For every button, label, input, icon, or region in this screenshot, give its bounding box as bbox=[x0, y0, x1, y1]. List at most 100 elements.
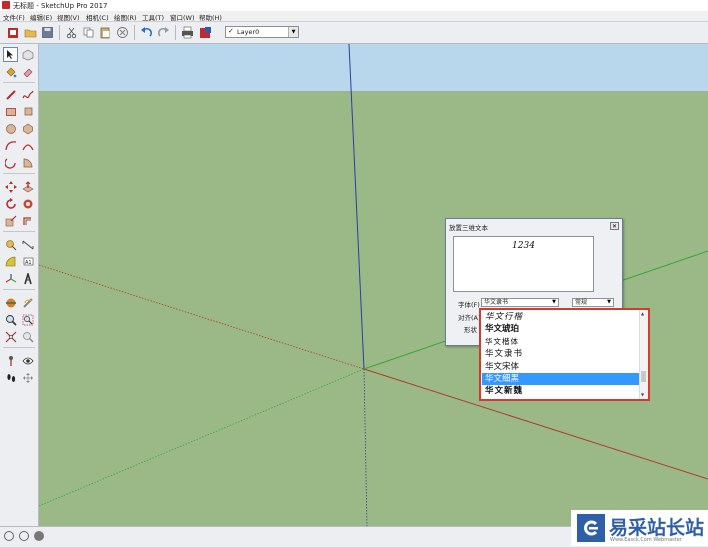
scale-tool[interactable] bbox=[3, 213, 18, 228]
position-camera-tool[interactable] bbox=[3, 353, 18, 368]
zoom-extents-tool[interactable] bbox=[3, 329, 18, 344]
list-scrollbar[interactable]: ▲ ▼ bbox=[639, 310, 648, 399]
zoom-window-icon bbox=[22, 314, 33, 325]
follow-me-tool[interactable] bbox=[20, 196, 35, 211]
rotated-rectangle-tool[interactable] bbox=[20, 104, 35, 119]
new-model-button[interactable] bbox=[6, 25, 21, 40]
circle-tool[interactable] bbox=[3, 121, 18, 136]
select-tool[interactable] bbox=[3, 47, 18, 62]
undo-icon bbox=[141, 27, 153, 37]
close-button[interactable]: ✕ bbox=[610, 222, 619, 230]
layer-value: Layer0 bbox=[237, 28, 260, 36]
text-label-icon: A1 bbox=[23, 257, 33, 266]
font-select-value: 华文隶书 bbox=[484, 299, 509, 306]
save-button[interactable] bbox=[40, 25, 55, 40]
menu-camera[interactable]: 相机(C) bbox=[86, 12, 109, 22]
move-tool[interactable] bbox=[3, 179, 18, 194]
copy-button[interactable] bbox=[81, 25, 96, 40]
copy-icon bbox=[83, 27, 94, 38]
font-dropdown-list[interactable]: 华文行楷 华文琥珀 华文楷体 华文隶书 华文宋体 华文细黑 华文新魏 ▲ ▼ bbox=[479, 308, 650, 401]
menu-file[interactable]: 文件(F) bbox=[3, 12, 25, 22]
pie-icon bbox=[23, 158, 32, 167]
three-point-arc-tool[interactable] bbox=[3, 155, 18, 170]
scroll-up-icon[interactable]: ▲ bbox=[641, 311, 644, 316]
scale-icon bbox=[5, 215, 16, 226]
section-display-icon bbox=[22, 297, 33, 308]
two-point-arc-tool[interactable] bbox=[20, 138, 35, 153]
axes-tool[interactable] bbox=[3, 271, 18, 286]
save-icon bbox=[42, 27, 53, 38]
undo-button[interactable] bbox=[139, 25, 154, 40]
font-option[interactable]: 华文行楷 bbox=[482, 311, 640, 323]
print-button[interactable] bbox=[180, 25, 195, 40]
menu-edit[interactable]: 编辑(E) bbox=[30, 12, 52, 22]
previous-view-icon bbox=[22, 331, 33, 342]
font-option[interactable]: 华文楷体 bbox=[482, 336, 640, 348]
close-icon: ✕ bbox=[611, 223, 618, 230]
font-option[interactable]: 华文琥珀 bbox=[482, 323, 640, 335]
rectangle-icon bbox=[5, 107, 16, 116]
chevron-down-icon: ▼ bbox=[607, 299, 611, 305]
eye-icon bbox=[21, 357, 34, 364]
credits-icon[interactable] bbox=[19, 531, 29, 541]
polygon-tool[interactable] bbox=[20, 121, 35, 136]
pan-tool[interactable] bbox=[20, 370, 35, 385]
text-tool[interactable]: A1 bbox=[20, 254, 35, 269]
paste-button[interactable] bbox=[98, 25, 113, 40]
rotate-tool[interactable] bbox=[3, 196, 18, 211]
font-label: 字体(F) bbox=[458, 301, 480, 309]
scroll-down-icon[interactable]: ▼ bbox=[641, 392, 644, 397]
chevron-down-icon: ▼ bbox=[552, 299, 556, 305]
font-option[interactable]: 华文隶书 bbox=[482, 348, 640, 360]
look-around-tool[interactable] bbox=[20, 353, 35, 368]
dimension-tool[interactable] bbox=[20, 237, 35, 252]
paint-bucket-tool[interactable] bbox=[3, 64, 18, 79]
delete-circle-icon bbox=[117, 27, 128, 38]
previous-view-tool[interactable] bbox=[20, 329, 35, 344]
text-input-value: 1234 bbox=[512, 241, 535, 251]
3d-text-tool[interactable] bbox=[20, 271, 35, 286]
section-display-tool[interactable] bbox=[20, 295, 35, 310]
zoom-tool[interactable] bbox=[3, 312, 18, 327]
scroll-thumb[interactable] bbox=[641, 371, 646, 382]
protractor-tool[interactable] bbox=[3, 254, 18, 269]
font-option-selected[interactable]: 华文细黑 bbox=[482, 373, 640, 386]
menu-bar: 文件(F) 编辑(E) 视图(V) 相机(C) 绘图(R) 工具(T) 窗口(W… bbox=[0, 11, 708, 22]
line-tool[interactable] bbox=[3, 87, 18, 102]
printer-icon bbox=[182, 26, 193, 39]
cut-button[interactable] bbox=[64, 25, 79, 40]
eraser-tool[interactable] bbox=[20, 64, 35, 79]
freehand-tool[interactable] bbox=[20, 87, 35, 102]
menu-tools[interactable]: 工具(T) bbox=[142, 12, 164, 22]
font-option[interactable]: 华文新魏 bbox=[482, 385, 640, 397]
paint-bucket-icon bbox=[6, 67, 16, 77]
make-component-tool[interactable] bbox=[20, 47, 35, 62]
pie-tool[interactable] bbox=[20, 155, 35, 170]
zoom-window-tool[interactable] bbox=[20, 312, 35, 327]
watermark-subtext: Www.Easck.Com Webmaster bbox=[610, 537, 682, 543]
chevron-down-icon[interactable]: ▼ bbox=[288, 27, 298, 37]
text-input[interactable]: 1234 bbox=[453, 236, 594, 292]
layer-select[interactable]: ✓ Layer0 ▼ bbox=[225, 26, 299, 38]
geo-location-icon[interactable] bbox=[4, 531, 14, 541]
redo-button[interactable] bbox=[156, 25, 171, 40]
menu-window[interactable]: 窗口(W) bbox=[170, 12, 195, 22]
arc-tool[interactable] bbox=[3, 138, 18, 153]
font-select[interactable]: 华文隶书 ▼ bbox=[481, 298, 559, 307]
menu-help[interactable]: 帮助(H) bbox=[199, 12, 222, 22]
push-pull-tool[interactable] bbox=[20, 179, 35, 194]
walk-tool[interactable] bbox=[3, 370, 18, 385]
tape-measure-tool[interactable] bbox=[3, 237, 18, 252]
section-plane-tool[interactable] bbox=[3, 295, 18, 310]
offset-tool[interactable] bbox=[20, 213, 35, 228]
model-info-button[interactable] bbox=[198, 25, 213, 40]
open-button[interactable] bbox=[23, 25, 38, 40]
style-select[interactable]: 常规 ▼ bbox=[572, 298, 614, 307]
menu-draw[interactable]: 绘图(R) bbox=[114, 12, 137, 22]
rectangle-tool[interactable] bbox=[3, 104, 18, 119]
user-icon[interactable] bbox=[34, 531, 44, 541]
menu-view[interactable]: 视图(V) bbox=[57, 12, 80, 22]
font-option[interactable]: 华文宋体 bbox=[482, 361, 640, 373]
move-arrows-icon bbox=[4, 180, 17, 193]
erase-button[interactable] bbox=[115, 25, 130, 40]
